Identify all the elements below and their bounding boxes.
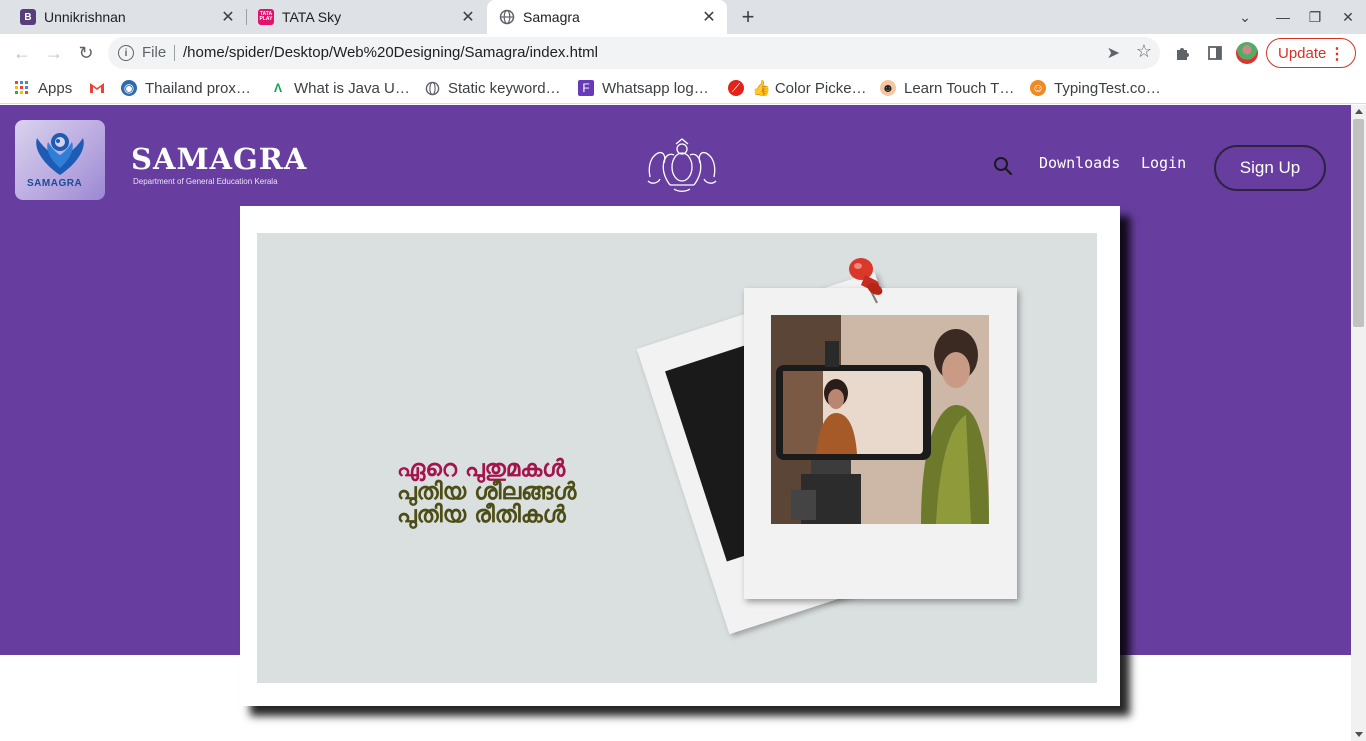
minimize-icon[interactable]: — xyxy=(1267,0,1299,34)
brand-name: SAMAGRA xyxy=(131,142,308,176)
bookmark-gmail[interactable] xyxy=(89,78,113,98)
gmail-icon xyxy=(89,80,105,96)
omnibox-divider xyxy=(174,45,175,61)
teacher-recording-photo xyxy=(771,315,989,524)
scroll-down-icon[interactable] xyxy=(1355,732,1363,737)
scroll-up-icon[interactable] xyxy=(1355,109,1363,114)
tab-strip: B Unnikrishnan ✕ TATA PLAY TATA Sky ✕ Sam… xyxy=(0,0,1366,34)
menu-kebab-icon[interactable]: ⋮ xyxy=(1329,44,1345,64)
url-text[interactable]: /home/spider/Desktop/Web%20Designing/Sam… xyxy=(183,44,598,61)
bookmark-label: What is Java U… xyxy=(294,79,410,97)
site-info-icon[interactable]: i xyxy=(118,45,134,61)
bookmark-touch-typing[interactable]: ☻ Learn Touch T… xyxy=(880,78,1014,98)
bookmark-label: Learn Touch T… xyxy=(904,79,1015,97)
samagra-logo[interactable]: SAMAGRA xyxy=(15,120,105,200)
side-panel-icon[interactable] xyxy=(1203,41,1227,65)
tab-tata-sky[interactable]: TATA PLAY TATA Sky ✕ xyxy=(238,0,486,34)
sign-up-button[interactable]: Sign Up xyxy=(1214,145,1326,191)
update-button[interactable]: Update ⋮ xyxy=(1266,38,1356,68)
tata-play-favicon-icon: TATA PLAY xyxy=(258,9,274,25)
browser-toolbar: ← → ↻ i File /home/spider/Desktop/Web%20… xyxy=(0,34,1366,72)
bookmarks-bar: Apps ◉ Thailand prox… Λ What is Java U… … xyxy=(0,72,1366,104)
bookmark-label: Thailand prox… xyxy=(145,79,251,97)
bootstrap-favicon-icon: B xyxy=(20,9,36,25)
bookmark-label: Static keyword… xyxy=(448,79,561,97)
tab-samagra[interactable]: Samagra ✕ xyxy=(487,0,727,34)
face-icon: ☻ xyxy=(880,80,896,96)
forward-arrow-icon[interactable]: → xyxy=(42,41,66,65)
colorpicker-icon: ⟋ xyxy=(728,80,744,96)
tab-title: TATA Sky xyxy=(282,9,342,25)
bookmark-java[interactable]: Λ What is Java U… xyxy=(270,78,410,98)
tab-close-icon[interactable]: ✕ xyxy=(218,7,238,27)
tab-close-icon[interactable]: ✕ xyxy=(458,7,478,27)
scheme-label: File xyxy=(142,44,167,61)
globe-icon: ◉ xyxy=(121,80,137,96)
tab-close-icon[interactable]: ✕ xyxy=(699,7,719,27)
bookmark-apps[interactable]: Apps xyxy=(14,78,72,98)
bookmark-color-picker[interactable]: ⟋ 👍 Color Picke… xyxy=(728,78,867,98)
bookmark-label: Apps xyxy=(38,79,73,97)
bookmark-static-keyword[interactable]: Static keyword… xyxy=(424,78,561,98)
hero-banner: ഏറെ പുതുമകൾ പുതിയ ശീലങ്ങൾ പുതിയ രീതികൾ xyxy=(257,233,1097,683)
nav-downloads-link[interactable]: Downloads xyxy=(1039,154,1120,172)
profile-avatar[interactable] xyxy=(1236,42,1258,64)
send-to-device-icon[interactable]: ➤ xyxy=(1107,43,1120,63)
android-icon: Λ xyxy=(273,81,282,95)
update-label: Update xyxy=(1278,44,1327,62)
typing-icon: ☺ xyxy=(1030,80,1046,96)
tab-title: Unnikrishnan xyxy=(44,9,126,25)
brand-subtitle: Department of General Education Kerala xyxy=(133,177,278,186)
reload-icon[interactable]: ↻ xyxy=(74,41,98,65)
tagline-line-2: പുതിയ ശീലങ്ങൾ xyxy=(397,479,577,505)
bookmark-typingtest[interactable]: ☺ TypingTest.co… xyxy=(1030,78,1161,98)
bookmark-thailand-proxy[interactable]: ◉ Thailand prox… xyxy=(121,78,251,98)
polaroid-front xyxy=(744,288,1017,599)
page-scrollbar[interactable] xyxy=(1351,105,1366,741)
bookmark-label: 👍 Color Picke… xyxy=(752,80,867,97)
address-bar[interactable]: i File /home/spider/Desktop/Web%20Design… xyxy=(108,37,1160,69)
tagline-line-1: ഏറെ പുതുമകൾ xyxy=(397,456,566,482)
extensions-puzzle-icon[interactable] xyxy=(1171,41,1195,65)
kerala-state-emblem-icon xyxy=(647,138,717,192)
new-tab-button[interactable]: + xyxy=(736,4,760,29)
nav-login-link[interactable]: Login xyxy=(1141,154,1186,172)
back-arrow-icon[interactable]: ← xyxy=(10,41,34,65)
restore-icon[interactable]: ❐ xyxy=(1299,0,1331,34)
globe-icon xyxy=(424,80,440,96)
hero-card: ഏറെ പുതുമകൾ പുതിയ ശീലങ്ങൾ പുതിയ രീതികൾ xyxy=(240,206,1120,706)
bookmark-label: TypingTest.co… xyxy=(1054,79,1161,97)
push-pin-icon xyxy=(849,258,883,304)
globe-icon xyxy=(499,9,515,25)
tagline-line-3: പുതിയ രീതികൾ xyxy=(397,502,566,528)
search-icon[interactable] xyxy=(992,155,1014,177)
bookmark-label: Whatsapp log… xyxy=(602,79,709,97)
bookmark-star-icon[interactable]: ☆ xyxy=(1136,41,1152,62)
page-viewport: SAMAGRA SAMAGRA Department of General Ed… xyxy=(0,105,1351,741)
logo-text: SAMAGRA xyxy=(27,178,83,189)
bookmark-whatsapp[interactable]: F Whatsapp log… xyxy=(578,78,709,98)
apps-grid-icon xyxy=(14,80,30,96)
form-icon: F xyxy=(578,80,594,96)
window-close-icon[interactable]: ✕ xyxy=(1332,0,1364,34)
samagra-emblem-icon xyxy=(36,133,84,175)
tab-unnikrishnan[interactable]: B Unnikrishnan ✕ xyxy=(0,0,246,34)
hero-tagline: ഏറെ പുതുമകൾ പുതിയ ശീലങ്ങൾ പുതിയ രീതികൾ xyxy=(397,458,576,527)
tab-title: Samagra xyxy=(523,9,580,25)
tab-search-icon[interactable]: ⌄ xyxy=(1229,0,1261,34)
scrollbar-thumb[interactable] xyxy=(1353,119,1364,327)
